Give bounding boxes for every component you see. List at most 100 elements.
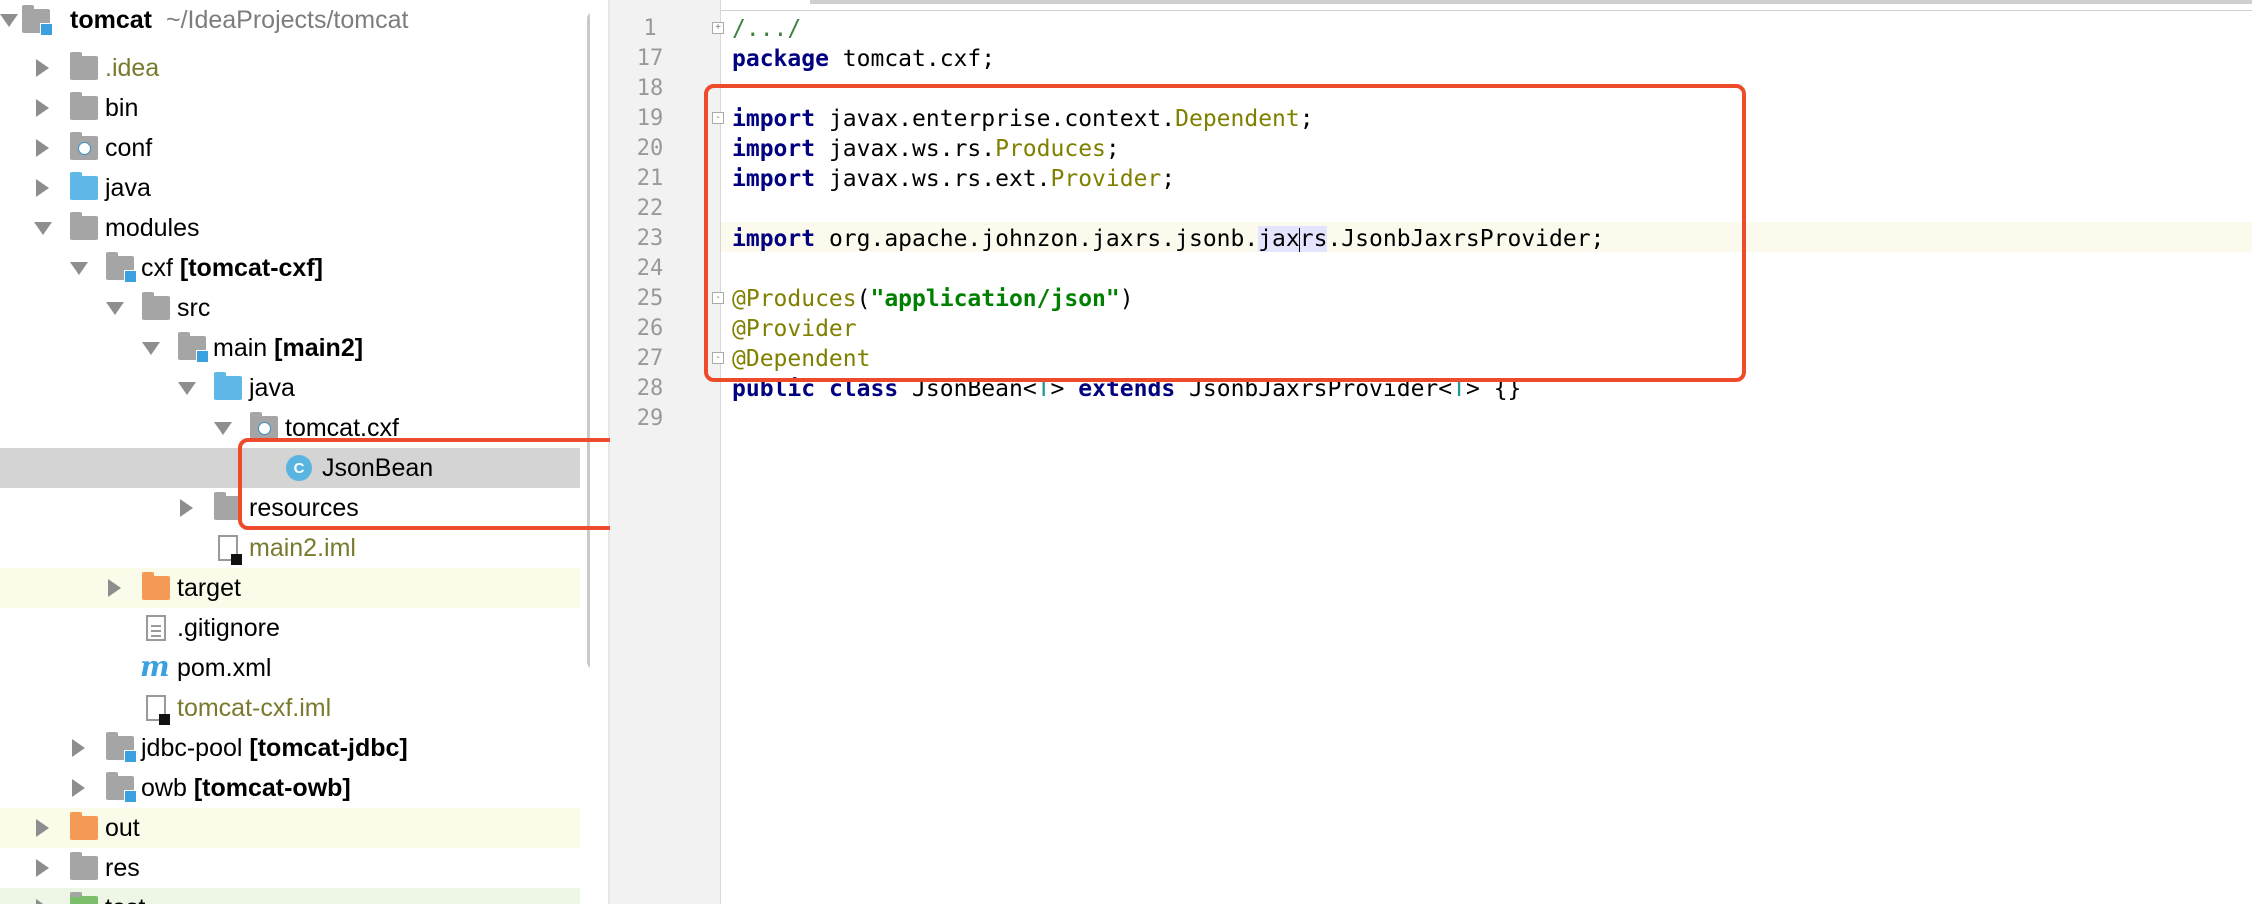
tree-item-label: .idea (105, 53, 160, 82)
expand-arrow-icon[interactable] (178, 382, 196, 395)
expand-arrow-icon[interactable] (142, 342, 160, 355)
tree-row-gitignore[interactable]: .gitignore (0, 608, 580, 648)
tree-item-label: test (105, 894, 145, 904)
collapsed-arrow-icon[interactable] (72, 739, 85, 757)
folder-icon (70, 852, 98, 880)
tree-item-label: main2.iml (249, 533, 356, 562)
collapsed-arrow-icon[interactable] (36, 59, 49, 77)
tree-item-label: conf (105, 133, 153, 162)
project-path: ~/IdeaProjects/tomcat (165, 5, 409, 34)
module-name: [main2] (274, 333, 364, 362)
tree-item-label: jdbc-pool (141, 733, 243, 762)
tree-item-label: .gitignore (177, 613, 280, 642)
tree-row-out[interactable]: out (0, 808, 580, 848)
tree-row-tomcat-cxf-iml[interactable]: tomcat-cxf.iml (0, 688, 580, 728)
expand-arrow-icon[interactable] (214, 422, 232, 435)
collapsed-arrow-icon[interactable] (36, 859, 49, 877)
line-number: 22 (636, 196, 664, 221)
maven-icon: m (140, 650, 170, 683)
tree-item-label: java (249, 373, 295, 402)
line-number: 24 (636, 256, 664, 281)
tree-item-label: main (213, 333, 268, 362)
tree-row-src[interactable]: src (0, 288, 580, 328)
line-number: 19 (636, 106, 664, 131)
tree-row-bin[interactable]: bin (0, 88, 580, 128)
tree-item-label: owb (141, 773, 187, 802)
collapsed-arrow-icon[interactable] (36, 99, 49, 117)
module-folder-icon (106, 772, 137, 803)
module-folder-icon (178, 332, 209, 363)
tree-item-label: pom.xml (177, 653, 272, 682)
editor-tab-strip (610, 0, 2252, 11)
collapsed-arrow-icon[interactable] (180, 499, 193, 517)
module-name: [tomcat-jdbc] (249, 733, 408, 762)
module-folder-icon (106, 732, 137, 763)
source-folder-icon (214, 372, 242, 400)
line-number: 18 (636, 76, 664, 101)
code-line-17[interactable]: package tomcat.cxf; (732, 44, 995, 74)
collapsed-arrow-icon[interactable] (36, 179, 49, 197)
tree-row-owb[interactable]: owb [tomcat-owb] (0, 768, 580, 808)
line-number: 1 (643, 16, 657, 41)
resource-folder-icon (70, 132, 98, 160)
line-number: 29 (636, 406, 664, 431)
tree-row-modules[interactable]: modules (0, 208, 580, 248)
collapsed-arrow-icon[interactable] (36, 899, 49, 904)
iml-file-icon (218, 535, 242, 565)
tree-row-conf[interactable]: conf (0, 128, 580, 168)
folder-icon (70, 212, 98, 240)
expand-arrow-icon[interactable] (34, 222, 52, 235)
tree-item-label: bin (105, 93, 139, 122)
line-number: 26 (636, 316, 664, 341)
tree-row-target[interactable]: target (0, 568, 580, 608)
line-number: 17 (636, 46, 664, 71)
expand-arrow-icon[interactable] (106, 302, 124, 315)
line-number: 23 (636, 226, 664, 251)
tree-row-cxf[interactable]: cxf [tomcat-cxf] (0, 248, 580, 288)
code-line-1[interactable]: /.../ (732, 14, 801, 44)
tree-item-label: java (105, 173, 151, 202)
tree-scrollbar[interactable] (587, 12, 590, 669)
tree-row-main[interactable]: main [main2] (0, 328, 580, 368)
tree-item-label: out (105, 813, 140, 842)
tree-item-label: tomcat (70, 5, 152, 34)
tree-row-idea[interactable]: .idea (0, 48, 580, 88)
collapsed-arrow-icon[interactable] (72, 779, 85, 797)
annotation-box-jsonbean (238, 438, 674, 530)
tree-item-label: cxf (141, 253, 173, 282)
line-number: 27 (636, 346, 664, 371)
tree-item-label: target (177, 573, 241, 602)
tree-row-pom[interactable]: m pom.xml (0, 648, 580, 688)
module-folder-icon (22, 5, 53, 36)
line-number: 28 (636, 376, 664, 401)
tree-row-test[interactable]: test (0, 888, 580, 904)
fold-expand-icon[interactable]: + (712, 22, 724, 34)
folder-icon (70, 52, 98, 80)
excluded-folder-icon (70, 812, 98, 840)
expand-arrow-icon[interactable] (0, 14, 18, 27)
expand-arrow-icon[interactable] (70, 262, 88, 275)
tree-row-jdbc-pool[interactable]: jdbc-pool [tomcat-jdbc] (0, 728, 580, 768)
tree-item-label: res (105, 853, 140, 882)
module-folder-icon (106, 252, 137, 283)
line-number: 25 (636, 286, 664, 311)
tree-row-java[interactable]: java (0, 168, 580, 208)
tree-row-main2-iml[interactable]: main2.iml (0, 528, 580, 568)
module-name: [tomcat-cxf] (179, 253, 323, 282)
excluded-folder-icon (142, 572, 170, 600)
collapsed-arrow-icon[interactable] (36, 819, 49, 837)
tree-row-java-src[interactable]: java (0, 368, 580, 408)
tree-item-label: src (177, 293, 211, 322)
iml-file-icon (146, 695, 170, 725)
source-folder-icon (70, 172, 98, 200)
line-number: 20 (636, 136, 664, 161)
module-name: [tomcat-owb] (193, 773, 351, 802)
folder-icon (70, 92, 98, 120)
line-number: 21 (636, 166, 664, 191)
collapsed-arrow-icon[interactable] (36, 139, 49, 157)
tree-row-tomcat[interactable]: tomcat ~/IdeaProjects/tomcat (0, 0, 580, 40)
annotation-box-imports (704, 84, 1746, 382)
tree-item-label: tomcat-cxf.iml (177, 693, 332, 722)
collapsed-arrow-icon[interactable] (108, 579, 121, 597)
tree-row-res[interactable]: res (0, 848, 580, 888)
